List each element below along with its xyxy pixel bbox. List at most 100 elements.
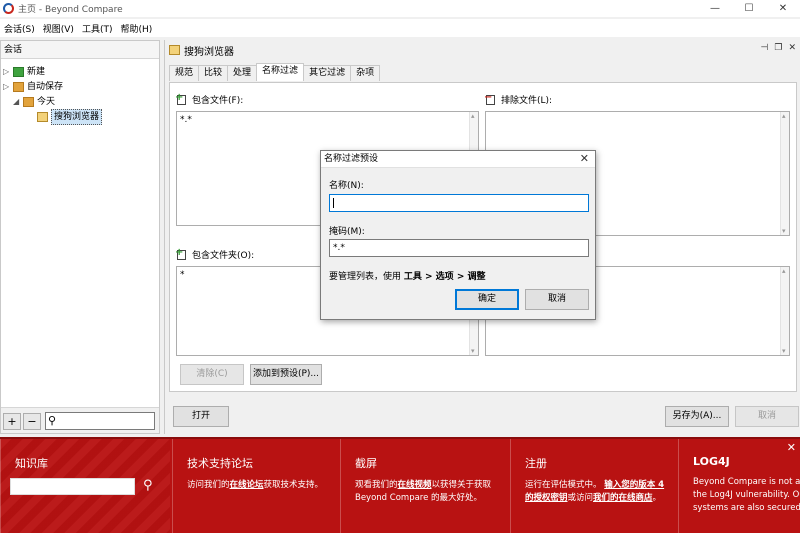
save-as-button[interactable]: 另存为(A)...: [665, 406, 729, 427]
text-caret: [333, 198, 334, 208]
scrollbar[interactable]: [780, 267, 789, 355]
forum-title: 技术支持论坛: [187, 457, 253, 470]
menu-session[interactable]: 会话(S): [0, 22, 39, 35]
session-search-input[interactable]: ⚲: [45, 412, 155, 430]
online-store-link[interactable]: 我们的在线商店: [593, 493, 653, 503]
restore-icon[interactable]: ❐: [774, 43, 782, 53]
info-banner: 知识库 ⚲ 技术支持论坛 访问我们的在线论坛获取技术支持。 截屏 观看我们的在线…: [0, 437, 800, 533]
expand-arrow-icon[interactable]: ▷: [3, 65, 13, 79]
exclude-files-section: 排除文件(L):: [484, 92, 553, 107]
log4j-line-3: systems are also secured ag: [693, 503, 800, 513]
screencast-section: 截屏 观看我们的在线视频以获得关于获取 Beyond Compare 的最大好处。: [340, 439, 510, 533]
tree-item-label: 搜狗浏览器: [51, 109, 103, 125]
tree-item-new[interactable]: ▷ 新建: [3, 65, 45, 79]
menu-bar: 会话(S) 视图(V) 工具(T) 帮助(H): [0, 19, 800, 37]
include-folders-section: 包含文件夹(O):: [175, 247, 255, 262]
tab-other-filters[interactable]: 其它过滤: [303, 65, 352, 81]
close-icon[interactable]: ✕: [580, 152, 589, 165]
register-section: 注册 运行在评估模式中。 输入您的版本 4 的授权密钥或访问我们的在线商店。: [510, 439, 678, 533]
dialog-cancel-button[interactable]: 取消: [525, 289, 589, 310]
include-files-label: 包含文件(F):: [192, 96, 244, 106]
app-logo-icon: [3, 3, 14, 14]
reg-text-2: 或访问: [567, 493, 594, 503]
dialog-title: 名称过滤预设: [321, 151, 595, 168]
reg-text-1: 运行在评估模式中。: [525, 480, 602, 490]
menu-help[interactable]: 帮助(H): [116, 22, 156, 35]
search-icon[interactable]: ⚲: [143, 478, 153, 493]
tree-item-autosave[interactable]: ▷ 自动保存: [3, 80, 63, 94]
include-folders-value: *: [180, 270, 185, 280]
settings-tabs: 规范 比较 处理 名称过滤 其它过滤 杂项: [169, 63, 381, 82]
name-label: 名称(N):: [329, 181, 364, 191]
kb-title: 知识库: [15, 457, 48, 470]
license-key-link[interactable]: 的授权密钥: [525, 493, 568, 503]
add-session-button[interactable]: +: [3, 413, 21, 430]
add-to-presets-button[interactable]: 添加到预设(P)...: [250, 364, 322, 385]
register-title: 注册: [525, 457, 547, 470]
title-bar: 主页 - Beyond Compare — ☐ ✕: [0, 0, 800, 17]
sidebar-header: 会话: [1, 41, 159, 59]
kb-search-input[interactable]: [10, 478, 135, 495]
menu-tools[interactable]: 工具(T): [78, 22, 117, 35]
reg-text-3: 。: [652, 493, 662, 503]
register-text: 运行在评估模式中。 输入您的版本 4 的授权密钥或访问我们的在线商店。: [525, 479, 678, 505]
include-icon: [175, 92, 186, 105]
enter-key-link[interactable]: 输入您的版本 4: [604, 480, 664, 490]
forum-text-2: 获取技术支持。: [263, 480, 324, 490]
tab-handling[interactable]: 处理: [227, 65, 258, 81]
screencast-text: 观看我们的在线视频以获得关于获取 Beyond Compare 的最大好处。: [355, 479, 510, 505]
video-link[interactable]: 在线视频: [398, 480, 432, 490]
tab-name-filters[interactable]: 名称过滤: [256, 63, 305, 81]
hint-prefix: 要管理列表，使用: [329, 272, 404, 282]
screen-text-2: 以获得关于获取: [431, 480, 492, 490]
include-folder-icon: [175, 247, 186, 260]
mask-label: 掩码(M):: [329, 227, 365, 237]
screen-text-1: 观看我们的: [355, 480, 398, 490]
include-files-section: 包含文件(F):: [175, 92, 244, 107]
forum-text: 访问我们的在线论坛获取技术支持。: [187, 479, 340, 492]
log4j-line-2: the Log4J vulnerability. Our: [693, 490, 800, 500]
scrollbar[interactable]: [780, 112, 789, 235]
session-sidebar: 会话 ▷ 新建 ▷ 自动保存 ◢ 今天 搜狗浏览器 + − ⚲: [0, 40, 160, 434]
log4j-text: Beyond Compare is not affe the Log4J vuln…: [693, 476, 800, 515]
cancel-button[interactable]: 取消: [735, 406, 799, 427]
clear-button[interactable]: 清除(C): [180, 364, 244, 385]
manage-list-hint: 要管理列表，使用 工具 > 选项 > 调整: [329, 269, 486, 282]
folder-icon: [13, 82, 24, 92]
close-button[interactable]: ✕: [766, 0, 800, 17]
session-icon: [169, 45, 180, 55]
close-banner-icon[interactable]: ✕: [787, 441, 796, 454]
tree-item-sogou-browser[interactable]: 搜狗浏览器: [27, 109, 103, 125]
folder-icon: [23, 97, 34, 107]
expand-arrow-icon[interactable]: ▷: [3, 80, 13, 94]
menu-view[interactable]: 视图(V): [39, 22, 78, 35]
collapse-arrow-icon[interactable]: ◢: [13, 95, 23, 109]
open-button[interactable]: 打开: [173, 406, 229, 427]
include-folders-label: 包含文件夹(O):: [192, 251, 255, 261]
panel-title: 搜狗浏览器: [184, 46, 234, 58]
panel-header: 搜狗浏览器: [165, 40, 800, 60]
mask-input[interactable]: *.*: [329, 239, 589, 257]
screencast-title: 截屏: [355, 457, 377, 470]
maximize-button[interactable]: ☐: [732, 0, 766, 17]
tab-compare[interactable]: 比较: [198, 65, 229, 81]
tree-item-label: 自动保存: [27, 82, 64, 92]
tab-misc[interactable]: 杂项: [350, 65, 381, 81]
ok-button[interactable]: 确定: [455, 289, 519, 310]
forum-link[interactable]: 在线论坛: [230, 480, 264, 490]
pin-icon[interactable]: ⊣: [761, 43, 769, 53]
exclude-icon: [484, 92, 495, 105]
tree-item-today[interactable]: ◢ 今天: [13, 95, 55, 109]
include-files-value: *.*: [180, 115, 192, 125]
search-icon: ⚲: [48, 414, 57, 427]
log4j-section: LOG4J Beyond Compare is not affe the Log4…: [678, 439, 800, 533]
minimize-button[interactable]: —: [698, 0, 732, 17]
hint-menu-path: 工具 > 选项 > 调整: [403, 272, 486, 282]
close-panel-icon[interactable]: ✕: [788, 43, 796, 53]
exclude-files-label: 排除文件(L):: [501, 96, 553, 106]
preset-name-input[interactable]: [329, 194, 589, 212]
log4j-title: LOG4J: [693, 455, 730, 468]
remove-session-button[interactable]: −: [23, 413, 41, 430]
tree-item-label: 今天: [37, 97, 56, 107]
tab-spec[interactable]: 规范: [169, 65, 200, 81]
